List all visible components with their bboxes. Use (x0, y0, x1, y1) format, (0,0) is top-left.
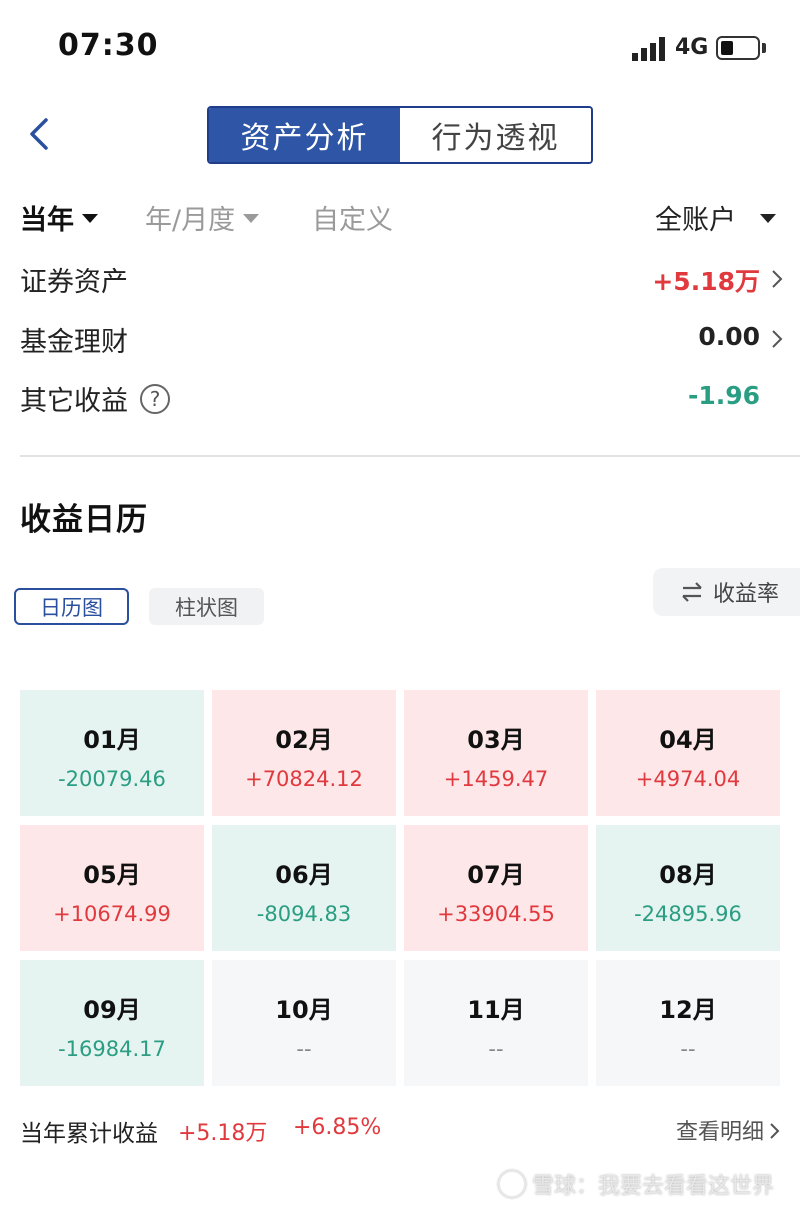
month-value: +1459.47 (443, 767, 549, 791)
month-cell[interactable]: 09月 -16984.17 (20, 960, 204, 1086)
asset-label-wrap: 其它收益 ? (20, 379, 170, 418)
view-bar-chart-button[interactable]: 柱状图 (149, 588, 264, 625)
rate-toggle-button[interactable]: 收益率 (653, 568, 800, 616)
view-calendar-button[interactable]: 日历图 (14, 588, 129, 625)
month-value: -- (296, 1037, 312, 1061)
header-tab-switch: 资产分析 行为透视 (207, 106, 593, 164)
month-value: +33904.55 (437, 902, 555, 926)
status-bar: 07:30 4G (0, 0, 800, 96)
month-value: -8094.83 (256, 902, 352, 926)
battery-icon (716, 36, 760, 60)
month-name: 01月 (83, 726, 141, 754)
annual-summary: 当年累计收益 +5.18万 +6.85% 查看明细 (0, 1110, 800, 1150)
asset-row-funds[interactable]: 基金理财 0.00 (0, 312, 800, 364)
asset-row-securities[interactable]: 证券资产 +5.18万 (0, 252, 800, 304)
month-cell[interactable]: 10月 -- (212, 960, 396, 1086)
month-value: +10674.99 (53, 902, 171, 926)
month-name: 04月 (659, 726, 717, 754)
section-divider (20, 455, 800, 457)
month-name: 09月 (83, 996, 141, 1024)
chevron-right-icon (772, 330, 783, 348)
month-cell[interactable]: 05月 +10674.99 (20, 825, 204, 951)
month-name: 02月 (275, 726, 333, 754)
month-cell[interactable]: 07月 +33904.55 (404, 825, 588, 951)
asset-value: 0.00 (698, 322, 760, 351)
watermark: 雪球：我要去看看这世界 (498, 1168, 774, 1200)
asset-label: 其它收益 (20, 386, 128, 417)
asset-row-other: 其它收益 ? -1.96 (0, 371, 800, 423)
month-name: 05月 (83, 861, 141, 889)
account-label: 全账户 (655, 205, 736, 236)
month-name: 08月 (659, 861, 717, 889)
month-cell[interactable]: 01月 -20079.46 (20, 690, 204, 816)
filter-period-dropdown[interactable]: 年/月度 (145, 198, 260, 237)
chevron-right-icon[interactable] (768, 1121, 781, 1141)
month-name: 07月 (467, 861, 525, 889)
snowball-logo-icon (498, 1170, 526, 1198)
battery-tip (762, 43, 766, 53)
asset-value: +5.18万 (652, 267, 760, 296)
month-value: -24895.96 (634, 902, 742, 926)
signal-icon (632, 37, 665, 61)
month-cell[interactable]: 08月 -24895.96 (596, 825, 780, 951)
battery-level (721, 41, 733, 55)
summary-amount: +5.18万 (178, 1121, 268, 1146)
section-title: 收益日历 (20, 502, 148, 538)
month-cell[interactable]: 06月 -8094.83 (212, 825, 396, 951)
status-time: 07:30 (58, 28, 159, 63)
summary-label: 当年累计收益 (20, 1121, 158, 1147)
month-cell[interactable]: 04月 +4974.04 (596, 690, 780, 816)
month-value: -- (488, 1037, 504, 1061)
tab-behavior-insight[interactable]: 行为透视 (400, 108, 591, 162)
month-value: +70824.12 (245, 767, 363, 791)
caret-down-icon (82, 214, 98, 223)
filter-custom[interactable]: 自定义 (312, 198, 393, 237)
month-name: 12月 (659, 996, 717, 1024)
filter-period-label: 年/月度 (145, 205, 236, 236)
month-cell[interactable]: 03月 +1459.47 (404, 690, 588, 816)
month-value: -- (680, 1037, 696, 1061)
month-cell[interactable]: 12月 -- (596, 960, 780, 1086)
summary-rate: +6.85% (293, 1115, 382, 1140)
filter-bar: 当年 年/月度 自定义 全账户 (0, 192, 800, 242)
month-value: -20079.46 (58, 767, 166, 791)
caret-down-icon (760, 214, 776, 223)
filter-year-label: 当年 (20, 205, 74, 236)
question-mark-icon[interactable]: ? (140, 383, 170, 414)
month-name: 03月 (467, 726, 525, 754)
network-type: 4G (675, 35, 709, 60)
month-value: -16984.17 (58, 1037, 166, 1061)
filter-year-dropdown[interactable]: 当年 (20, 198, 98, 237)
tab-asset-analysis[interactable]: 资产分析 (209, 108, 400, 162)
month-cell[interactable]: 02月 +70824.12 (212, 690, 396, 816)
swap-icon (682, 582, 702, 602)
asset-value: -1.96 (687, 381, 760, 410)
month-name: 10月 (275, 996, 333, 1024)
asset-label: 证券资产 (20, 267, 128, 298)
watermark-text: 雪球：我要去看看这世界 (532, 1174, 775, 1199)
month-name: 06月 (275, 861, 333, 889)
month-value: +4974.04 (635, 767, 741, 791)
view-detail-link[interactable]: 查看明细 (676, 1114, 764, 1146)
rate-toggle-label: 收益率 (713, 582, 780, 607)
month-name: 11月 (467, 996, 525, 1024)
chevron-right-icon (772, 270, 783, 288)
caret-down-icon (243, 214, 260, 223)
asset-label: 基金理财 (20, 327, 128, 358)
back-arrow-icon[interactable] (22, 110, 62, 158)
month-cell[interactable]: 11月 -- (404, 960, 588, 1086)
account-dropdown[interactable]: 全账户 (655, 198, 776, 237)
